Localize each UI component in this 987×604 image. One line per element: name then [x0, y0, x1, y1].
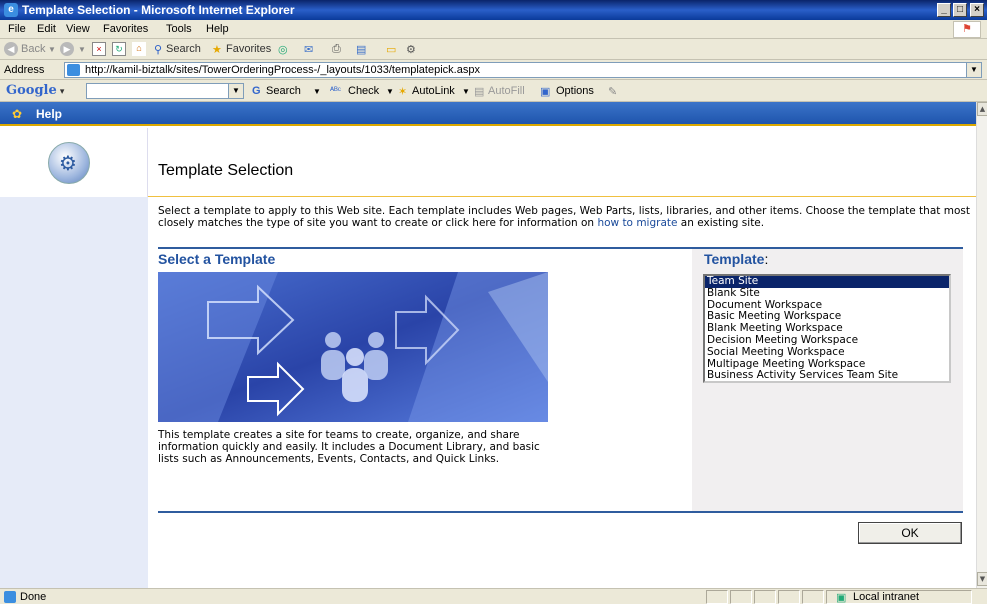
forward-arrow-icon[interactable]: ▶ — [60, 42, 74, 56]
back-button[interactable]: Back — [21, 43, 45, 55]
autofill-icon: ▤ — [474, 86, 485, 98]
internet-explorer-icon: e — [4, 3, 18, 17]
template-description: This template creates a site for teams t… — [158, 429, 540, 465]
folder-icon[interactable]: ▭ — [386, 43, 396, 56]
autolink-dropdown-icon[interactable]: ▼ — [462, 87, 470, 96]
address-dropdown-icon[interactable]: ▼ — [966, 63, 981, 77]
scroll-up-icon[interactable]: ▲ — [977, 102, 987, 116]
how-to-migrate-link[interactable]: how to migrate — [597, 217, 677, 229]
mail-icon[interactable]: ✉ — [304, 43, 313, 56]
status-pane — [730, 590, 752, 604]
research-icon[interactable]: ⚙ — [406, 43, 416, 56]
options-button[interactable]: Options — [556, 85, 594, 97]
window-title-bar[interactable]: e Template Selection - Microsoft Interne… — [0, 0, 987, 20]
menu-edit[interactable]: Edit — [37, 23, 56, 35]
status-bar: Done ▣ Local intranet — [0, 588, 987, 604]
help-link[interactable]: Help — [36, 107, 62, 121]
search-icon[interactable]: ⚲ — [154, 43, 162, 56]
template-listbox[interactable]: Team Site Blank Site Document Workspace … — [703, 274, 951, 383]
window-title: Template Selection - Microsoft Internet … — [22, 3, 295, 17]
select-template-heading: Select a Template — [158, 251, 276, 267]
address-bar: Address http://kamil-biztalk/sites/Tower… — [0, 60, 987, 80]
search-button[interactable]: Search — [166, 43, 201, 55]
menu-help[interactable]: Help — [206, 23, 229, 35]
sharepoint-top-bar: ✿ Help — [0, 102, 976, 126]
autolink-button[interactable]: AutoLink — [412, 85, 455, 97]
address-label: Address — [4, 64, 45, 76]
spellcheck-icon[interactable]: ᴬᴮᶜ — [330, 85, 341, 95]
template-option[interactable]: Decision Meeting Workspace — [705, 334, 949, 347]
page-done-icon — [4, 591, 16, 603]
check-dropdown-icon[interactable]: ▼ — [386, 87, 394, 96]
forward-dropdown-icon[interactable]: ▼ — [78, 45, 86, 54]
template-preview-image — [158, 272, 548, 422]
standard-toolbar: ◀ Back ▼ ▶ ▼ × ↻ ⌂ ⚲ Search ★ Favorites … — [0, 39, 987, 60]
template-option[interactable]: Social Meeting Workspace — [705, 346, 949, 359]
favorites-star-icon[interactable]: ★ — [212, 43, 222, 56]
media-icon[interactable]: ◎ — [278, 43, 288, 56]
template-heading: Template: — [704, 251, 769, 267]
status-text: Done — [20, 591, 47, 603]
title-area: ⚙ Template Selection — [0, 128, 976, 197]
status-pane — [802, 590, 824, 604]
status-pane — [778, 590, 800, 604]
google-search-input[interactable]: ▼ — [86, 83, 244, 99]
template-option[interactable]: Business Activity Services Team Site — [705, 370, 949, 382]
windows-logo-icon: ⚑ — [953, 21, 981, 38]
google-logo[interactable]: Google ▾ — [6, 83, 64, 98]
stop-icon[interactable]: × — [92, 42, 106, 56]
google-dropdown-icon[interactable]: ▼ — [228, 84, 243, 98]
ok-button[interactable]: OK — [858, 522, 962, 544]
back-arrow-icon[interactable]: ◀ — [4, 42, 18, 56]
address-url[interactable]: http://kamil-biztalk/sites/TowerOrdering… — [85, 64, 480, 76]
home-icon[interactable]: ⌂ — [132, 42, 146, 56]
page-description: Select a template to apply to this Web s… — [158, 205, 970, 229]
menu-file[interactable]: File — [8, 23, 26, 35]
status-pane — [706, 590, 728, 604]
status-pane — [754, 590, 776, 604]
google-search-icon[interactable]: G — [252, 85, 261, 97]
print-icon[interactable]: ⎙ — [332, 43, 341, 56]
vertical-scrollbar[interactable]: ▲ ▼ — [976, 102, 987, 588]
menu-tools[interactable]: Tools — [166, 23, 192, 35]
page-title: Template Selection — [158, 162, 294, 179]
minimize-button[interactable]: _ — [937, 3, 951, 17]
refresh-icon[interactable]: ↻ — [112, 42, 126, 56]
intranet-icon: ▣ — [836, 592, 847, 604]
logo-cell: ⚙ — [0, 128, 148, 197]
menu-favorites[interactable]: Favorites — [103, 23, 148, 35]
pencil-icon[interactable]: ✎ — [608, 85, 617, 98]
page-icon — [67, 64, 80, 76]
maximize-button[interactable]: □ — [953, 3, 967, 17]
edit-icon[interactable]: ▤ — [356, 43, 366, 56]
left-navigation — [0, 128, 148, 588]
autofill-button: AutoFill — [488, 85, 525, 97]
settings-gear-icon: ⚙ — [48, 142, 90, 184]
check-button[interactable]: Check — [348, 85, 379, 97]
options-icon[interactable]: ▣ — [540, 85, 550, 98]
google-search-button[interactable]: Search — [266, 85, 301, 97]
footer-divider — [158, 511, 963, 513]
sharepoint-logo-icon: ✿ — [12, 107, 23, 121]
google-search-dropdown-icon[interactable]: ▼ — [313, 87, 321, 96]
template-option[interactable]: Blank Site — [705, 287, 949, 300]
google-toolbar: Google ▾ ▼ G Search ▼ ᴬᴮᶜ Check ▼ ✶ Auto… — [0, 80, 987, 102]
scroll-down-icon[interactable]: ▼ — [977, 572, 987, 586]
close-button[interactable]: × — [970, 3, 984, 17]
back-dropdown-icon[interactable]: ▼ — [48, 45, 56, 54]
security-zone-label: Local intranet — [853, 591, 920, 603]
menu-view[interactable]: View — [66, 23, 90, 35]
menu-bar: File Edit View Favorites Tools Help ⚑ — [0, 20, 987, 39]
autolink-icon[interactable]: ✶ — [398, 85, 407, 98]
address-input[interactable]: http://kamil-biztalk/sites/TowerOrdering… — [64, 62, 982, 78]
favorites-button[interactable]: Favorites — [226, 43, 271, 55]
